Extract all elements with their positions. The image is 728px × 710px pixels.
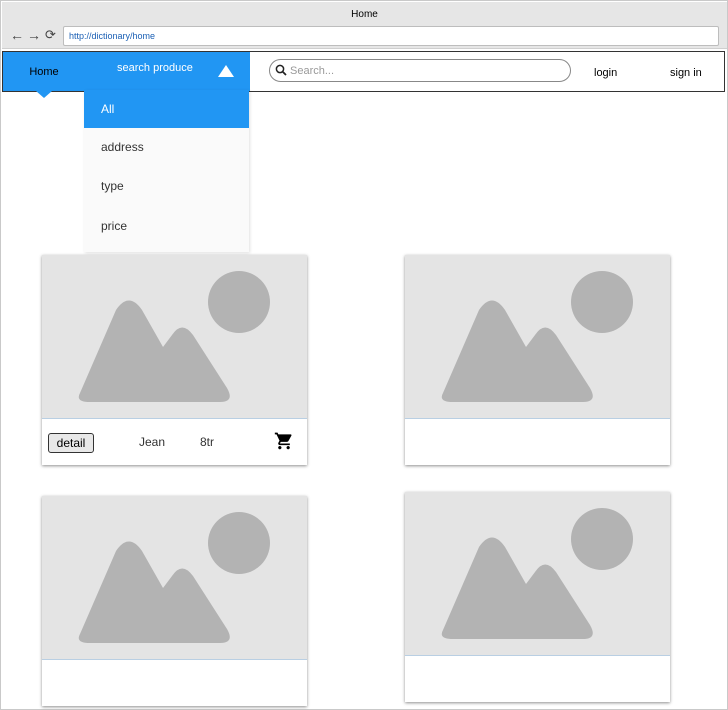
menu-item-all[interactable]: All <box>84 90 249 128</box>
menu-item-type[interactable]: type <box>84 167 249 205</box>
browser-window: Home ← → ⟳ http://dictionary/home Home s… <box>0 0 728 710</box>
menu-item-address[interactable]: address <box>84 128 249 166</box>
menu-item-price[interactable]: price <box>84 207 249 245</box>
sign-in-link[interactable]: sign in <box>670 67 702 79</box>
product-card <box>405 255 670 465</box>
back-arrow-icon[interactable]: ← <box>10 28 24 42</box>
nav-home-tab[interactable]: Home <box>3 52 85 98</box>
product-image <box>42 255 307 419</box>
shopping-cart-icon[interactable] <box>274 431 294 451</box>
active-tab-pointer <box>36 91 52 98</box>
product-card: detail Jean 8tr <box>42 255 307 465</box>
search-box[interactable] <box>269 59 571 82</box>
image-placeholder-icon <box>78 271 270 402</box>
search-produce-label: search produce <box>117 62 193 74</box>
search-produce-menu: All address type price <box>84 90 249 252</box>
login-link[interactable]: login <box>594 67 617 79</box>
window-title: Home <box>351 9 378 20</box>
search-input[interactable] <box>290 64 560 78</box>
detail-button[interactable]: detail <box>48 433 94 453</box>
search-produce-dropdown-toggle[interactable]: search produce <box>85 52 250 91</box>
forward-arrow-icon[interactable]: → <box>27 28 41 42</box>
image-placeholder-icon <box>441 271 633 402</box>
image-placeholder-icon <box>78 512 270 643</box>
refresh-icon[interactable]: ⟳ <box>45 28 56 42</box>
top-navbar: Home search produce login sign in <box>2 51 725 98</box>
image-placeholder-icon <box>441 508 633 639</box>
product-card <box>42 496 307 706</box>
browser-titlebar: Home ← → ⟳ http://dictionary/home <box>2 2 727 49</box>
caret-up-icon <box>218 65 234 77</box>
search-icon <box>275 64 287 76</box>
product-name: Jean <box>139 435 166 449</box>
address-bar[interactable]: http://dictionary/home <box>63 26 719 46</box>
product-image <box>405 255 670 419</box>
product-image <box>42 496 307 660</box>
product-image <box>405 492 670 656</box>
product-price: 8tr <box>200 435 215 449</box>
home-tab-label: Home <box>29 66 59 78</box>
product-card <box>405 492 670 702</box>
